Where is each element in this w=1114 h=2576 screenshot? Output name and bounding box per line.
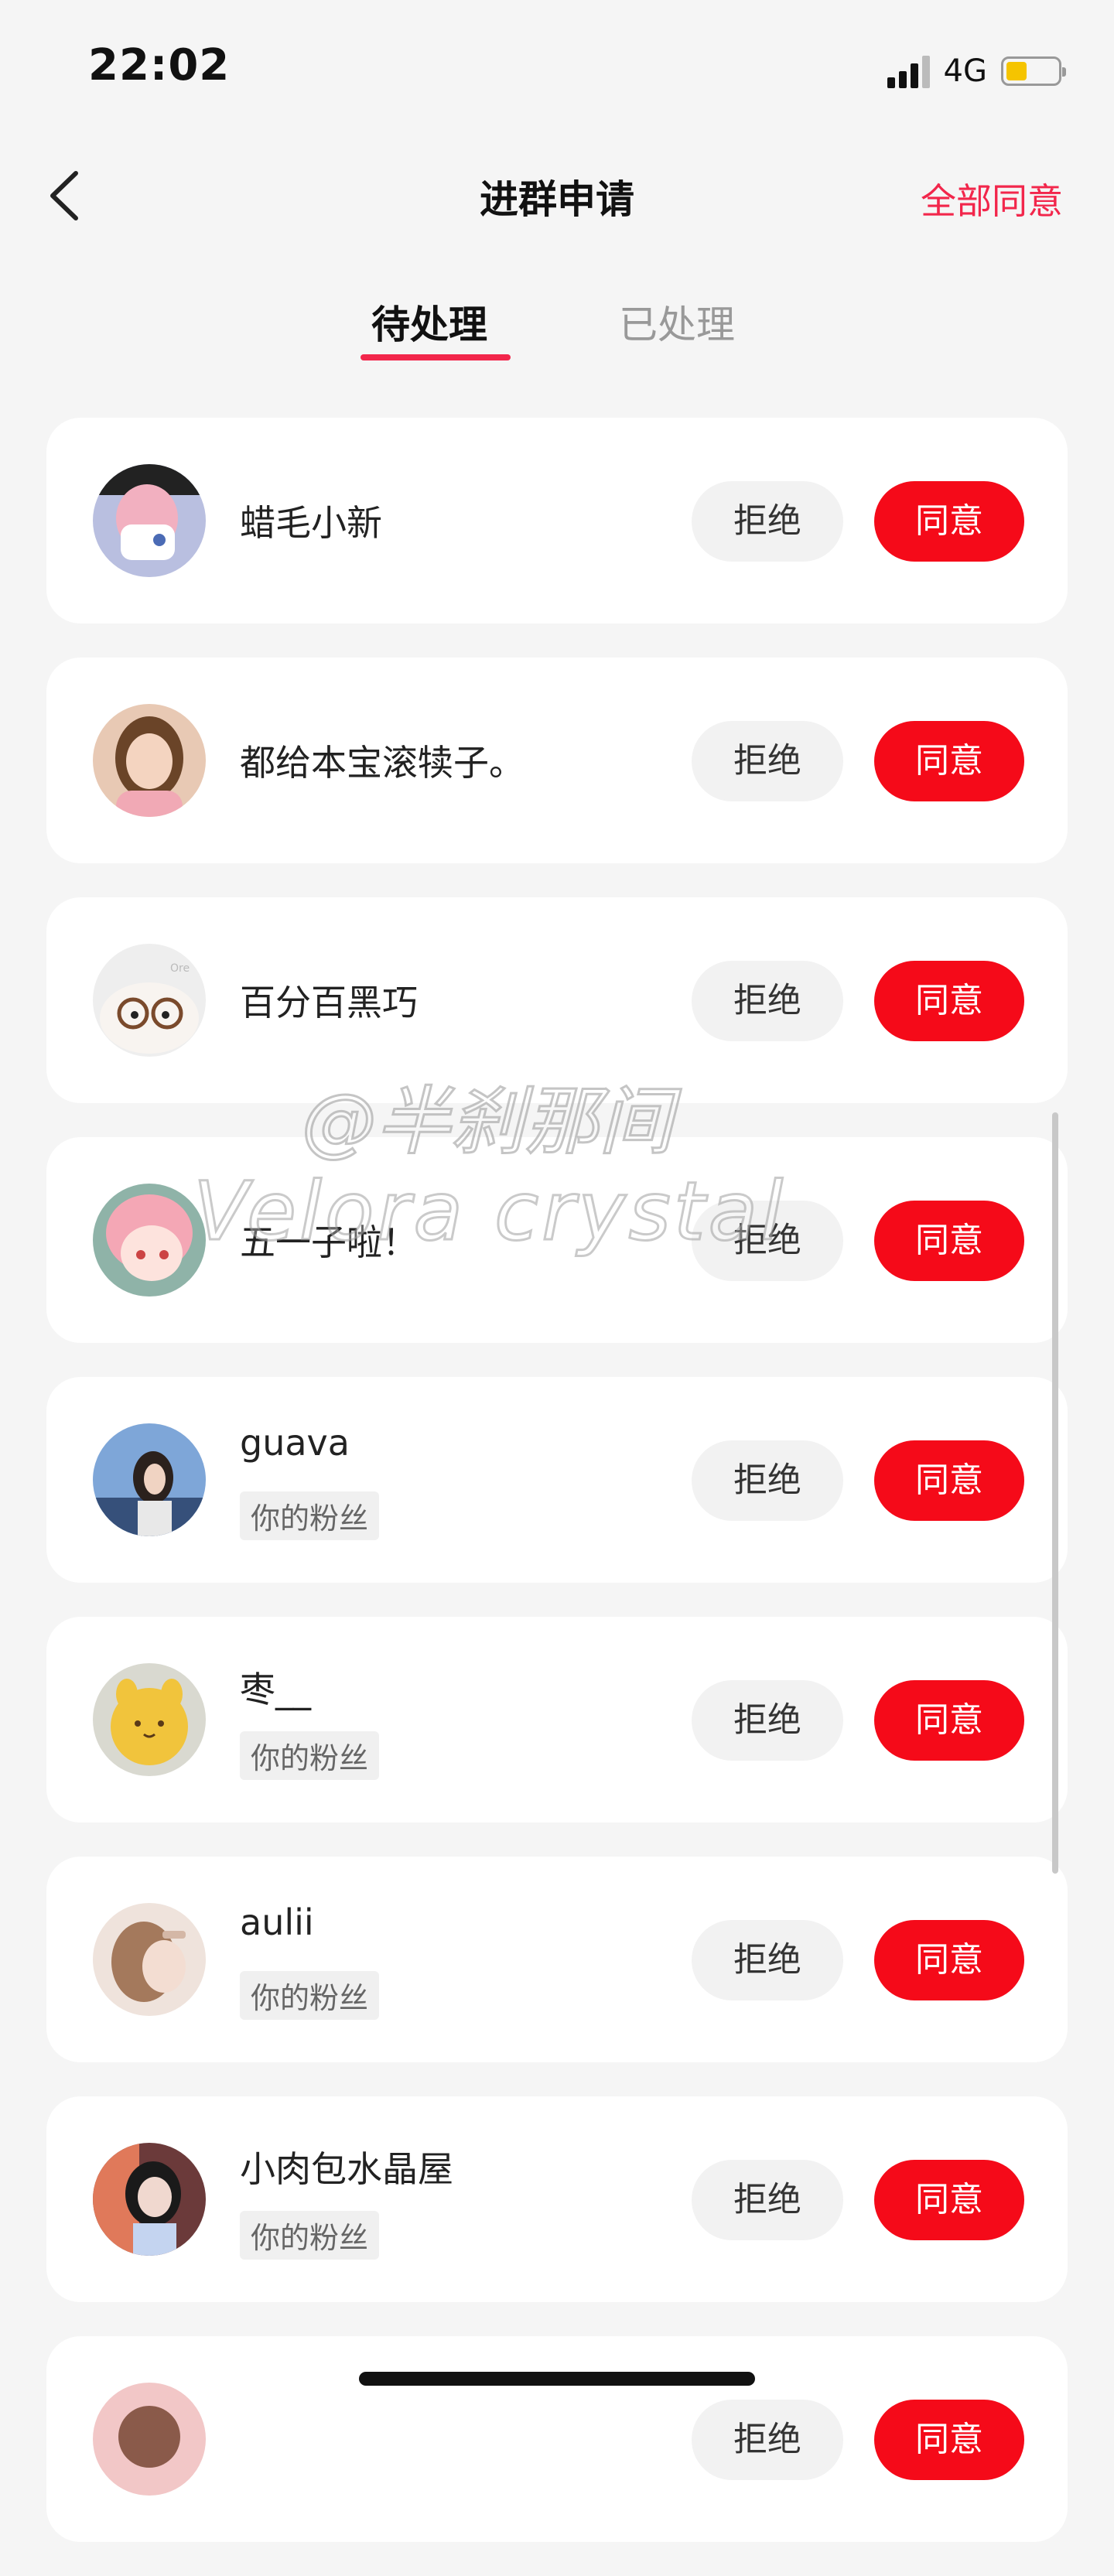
fan-tag: 你的粉丝 — [240, 1971, 380, 2020]
applicant-name: 五一子啦！ — [240, 1221, 418, 1263]
applicant-name: 百分百黑巧 — [240, 982, 418, 1023]
reject-button[interactable]: 拒绝 — [692, 2400, 843, 2480]
battery-icon — [1001, 56, 1066, 86]
fan-tag: 你的粉丝 — [240, 1491, 380, 1540]
request-card: 小肉包水晶屋你的粉丝 拒绝 同意 — [46, 2096, 1068, 2302]
agree-all-button[interactable]: 全部同意 — [921, 173, 1063, 224]
active-tab-indicator — [361, 354, 511, 360]
reject-button[interactable]: 拒绝 — [692, 1680, 843, 1761]
request-card: 蜡毛小新 拒绝 同意 — [46, 418, 1068, 624]
request-card: 拒绝 同意 — [46, 2336, 1068, 2542]
avatar[interactable] — [93, 2383, 206, 2496]
reject-button[interactable]: 拒绝 — [692, 721, 843, 801]
agree-button[interactable]: 同意 — [874, 2160, 1024, 2240]
avatar[interactable] — [93, 1184, 206, 1297]
avatar[interactable] — [93, 704, 206, 817]
fan-tag: 你的粉丝 — [240, 2211, 380, 2260]
applicant-name: 小肉包水晶屋 — [240, 2148, 453, 2190]
agree-button[interactable]: 同意 — [874, 481, 1024, 562]
request-card: aulii 你的粉丝 拒绝 同意 — [46, 1857, 1068, 2062]
agree-button[interactable]: 同意 — [874, 1201, 1024, 1281]
applicant-name: 蜡毛小新 — [240, 502, 382, 544]
applicant-name: 都给本宝滚犊子。 — [240, 742, 525, 784]
scrollbar[interactable] — [1052, 1112, 1058, 1874]
svg-text:Ore: Ore — [170, 962, 190, 975]
cellular-signal-icon — [887, 54, 930, 88]
status-time: 22:02 — [88, 40, 231, 91]
avatar[interactable]: Ore — [93, 944, 206, 1057]
applicant-name: guava — [240, 1422, 350, 1464]
fan-tag: 你的粉丝 — [240, 1731, 380, 1780]
agree-button[interactable]: 同意 — [874, 721, 1024, 801]
request-card: guava 你的粉丝 拒绝 同意 — [46, 1377, 1068, 1583]
avatar[interactable] — [93, 464, 206, 577]
agree-button[interactable]: 同意 — [874, 1680, 1024, 1761]
home-indicator[interactable] — [359, 2372, 755, 2386]
reject-button[interactable]: 拒绝 — [692, 1201, 843, 1281]
reject-button[interactable]: 拒绝 — [692, 1440, 843, 1521]
network-type: 4G — [943, 53, 987, 89]
agree-button[interactable]: 同意 — [874, 961, 1024, 1041]
applicant-name: aulii — [240, 1901, 314, 1943]
reject-button[interactable]: 拒绝 — [692, 1920, 843, 2000]
agree-button[interactable]: 同意 — [874, 2400, 1024, 2480]
status-bar: 22:02 4G — [0, 0, 1114, 139]
navigation-bar: 进群申请 全部同意 — [0, 155, 1114, 240]
tab-bar: 待处理 已处理 — [0, 294, 1114, 371]
tab-processed[interactable]: 已处理 — [619, 294, 735, 350]
agree-button[interactable]: 同意 — [874, 1920, 1024, 2000]
avatar[interactable] — [93, 1663, 206, 1776]
request-card: 枣__ 你的粉丝 拒绝 同意 — [46, 1617, 1068, 1823]
avatar[interactable] — [93, 1423, 206, 1536]
tab-pending[interactable]: 待处理 — [371, 294, 487, 350]
request-card: Ore 百分百黑巧 拒绝 同意 — [46, 897, 1068, 1103]
avatar[interactable] — [93, 1903, 206, 2016]
request-card: 五一子啦！ 拒绝 同意 — [46, 1137, 1068, 1343]
request-card: 都给本宝滚犊子。 拒绝 同意 — [46, 658, 1068, 863]
avatar[interactable] — [93, 2143, 206, 2256]
applicant-name: 枣__ — [240, 1669, 311, 1710]
reject-button[interactable]: 拒绝 — [692, 481, 843, 562]
reject-button[interactable]: 拒绝 — [692, 961, 843, 1041]
reject-button[interactable]: 拒绝 — [692, 2160, 843, 2240]
agree-button[interactable]: 同意 — [874, 1440, 1024, 1521]
request-list: 蜡毛小新 拒绝 同意 都给本宝滚犊子。 拒绝 同意 Ore 百分百黑巧 拒绝 同意 五一子啦！ 拒绝同… — [46, 418, 1068, 2576]
status-icons: 4G — [887, 48, 1066, 94]
